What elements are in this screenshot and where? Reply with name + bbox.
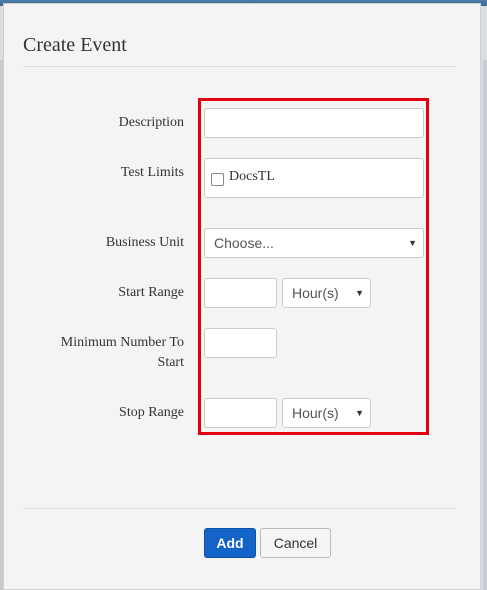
header-divider — [23, 66, 456, 67]
modal-title: Create Event — [23, 34, 127, 56]
highlight-annotation-box — [198, 98, 429, 435]
add-button[interactable]: Add — [204, 528, 256, 558]
minimum-number-label-line2: Start — [157, 355, 184, 370]
start-range-label: Start Range — [118, 285, 184, 300]
backdrop-edge-right — [483, 60, 487, 590]
footer-divider — [23, 508, 456, 509]
minimum-number-label: Minimum Number To Start — [24, 333, 184, 373]
cancel-button[interactable]: Cancel — [260, 528, 331, 558]
business-unit-label: Business Unit — [105, 235, 184, 250]
stop-range-label: Stop Range — [119, 405, 184, 420]
test-limits-label: Test Limits — [120, 165, 184, 180]
description-label: Description — [118, 115, 184, 130]
minimum-number-label-line1: Minimum Number To — [60, 335, 184, 350]
